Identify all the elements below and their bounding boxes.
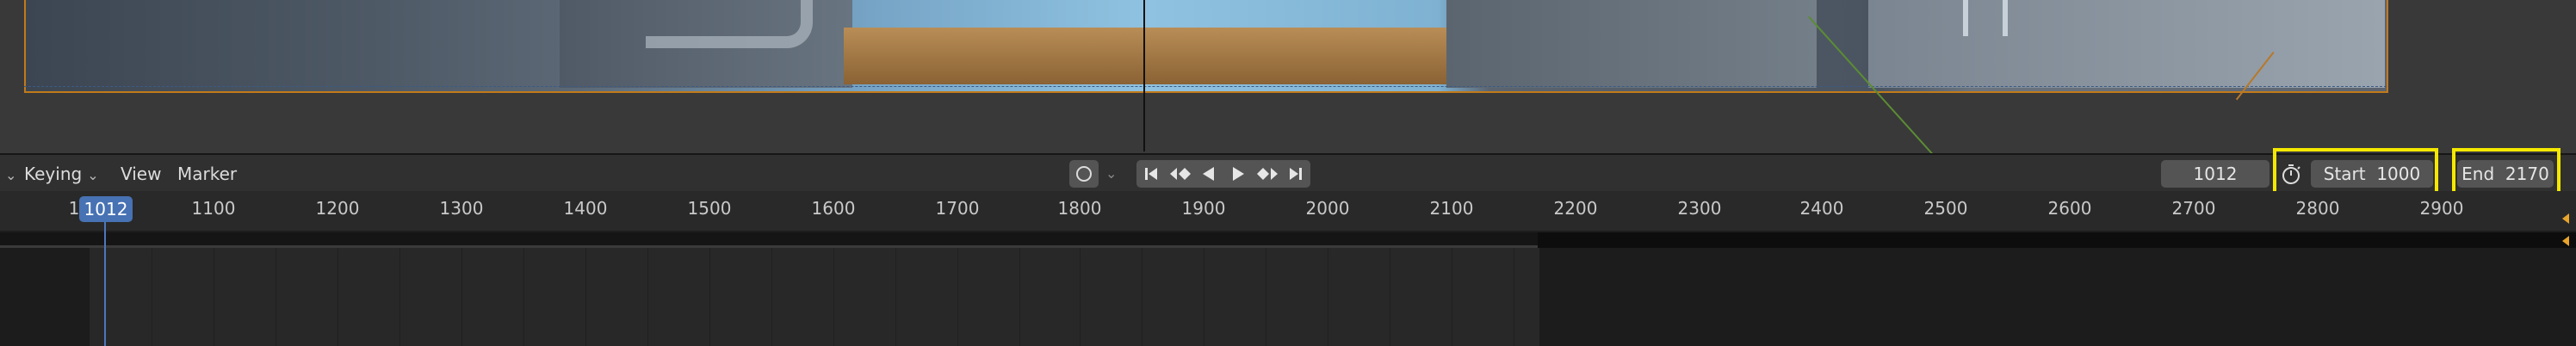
tick-label: 2800 (2295, 198, 2340, 219)
current-frame-badge[interactable]: 1012 (79, 196, 133, 222)
timeline-header: ⌄ Keying ⌄ View Marker ⌄ 1012 Start 1000… (0, 148, 2576, 196)
chevron-down-icon: ⌄ (87, 167, 99, 183)
tick-label: 2900 (2419, 198, 2464, 219)
grid-line (337, 248, 338, 346)
tick-label: 1 (68, 198, 80, 219)
tick-label: 2200 (1553, 198, 1598, 219)
tick-label: 2000 (1305, 198, 1350, 219)
tick-label: 1600 (811, 198, 856, 219)
tick-label: 2700 (2171, 198, 2216, 219)
jump-to-end-icon (1290, 168, 1303, 180)
jump-to-end-button[interactable] (1281, 160, 1310, 188)
marker-menu[interactable]: Marker (177, 155, 237, 193)
tick-label: 1200 (315, 198, 360, 219)
play-button[interactable] (1223, 160, 1253, 188)
tick-label: 1100 (191, 198, 236, 219)
editor-type-chevron[interactable]: ⌄ (0, 155, 16, 193)
grid-line (709, 248, 710, 346)
tick-label: 2600 (2047, 198, 2092, 219)
tick-label: 1300 (439, 198, 484, 219)
play-reverse-button[interactable] (1194, 160, 1223, 188)
camera-view (24, 0, 2388, 93)
end-frame-highlight-box (2452, 148, 2561, 196)
start-frame-highlight-box (2273, 148, 2438, 196)
range-end-marker (2562, 213, 2569, 224)
keying-menu[interactable]: Keying ⌄ (24, 155, 99, 193)
grid-line (399, 248, 400, 346)
play-icon (1232, 167, 1244, 181)
jump-to-start-button[interactable] (1136, 160, 1166, 188)
chevron-down-icon: ⌄ (5, 167, 17, 183)
frame-ruler[interactable]: 1 1100 1200 1300 1400 1500 1600 1700 180… (0, 191, 2576, 231)
tick-label: 1900 (1181, 198, 1226, 219)
scene-door-frame (1963, 0, 2008, 36)
prev-keyframe-button[interactable] (1166, 160, 1195, 188)
view-menu[interactable]: View (121, 155, 161, 193)
active-range-strip (0, 232, 1538, 248)
prev-keyframe-icon (1169, 168, 1191, 180)
tick-label: 1800 (1057, 198, 1102, 219)
tick-label: 1400 (563, 198, 608, 219)
record-keyframe-icon (1076, 166, 1092, 182)
grid-line (895, 248, 896, 346)
grid-line (647, 248, 648, 346)
record-button[interactable] (1069, 160, 1099, 188)
grid-line (957, 248, 958, 346)
scene-wall-right (1868, 0, 2385, 88)
scene-floor (844, 28, 1464, 84)
tick-label: 2500 (1923, 198, 1968, 219)
grid-line (1019, 248, 1020, 346)
next-keyframe-button[interactable] (1253, 160, 1282, 188)
next-keyframe-icon (1256, 168, 1278, 180)
tick-label: 1500 (687, 198, 732, 219)
viewport-split-line (1143, 0, 1145, 151)
tick-label: 1700 (935, 198, 980, 219)
keying-options-chevron[interactable]: ⌄ (1105, 155, 1117, 193)
range-end-marker (2562, 236, 2569, 246)
tick-label: 2400 (1799, 198, 1844, 219)
playback-controls (1136, 160, 1310, 188)
grid-line (461, 248, 462, 346)
tick-label: 2300 (1677, 198, 1722, 219)
camera-frame-dashed-line (24, 86, 2387, 87)
current-frame-field[interactable]: 1012 (2161, 160, 2269, 188)
grid-line (1080, 248, 1081, 346)
3d-viewport[interactable] (0, 0, 2576, 153)
keyframe-area[interactable] (0, 248, 2576, 346)
grid-line (585, 248, 586, 346)
active-frame-range (90, 248, 1539, 346)
grid-line (833, 248, 834, 346)
play-reverse-icon (1203, 167, 1215, 181)
scene-cabinet (1446, 0, 1817, 88)
grid-line (523, 248, 524, 346)
grid-line (771, 248, 772, 346)
keying-menu-label: Keying (24, 164, 83, 184)
scene-handrail (646, 0, 813, 48)
playhead-line[interactable] (104, 222, 106, 346)
jump-to-start-icon (1144, 168, 1157, 180)
summary-strip (0, 232, 2576, 248)
tick-label: 2100 (1429, 198, 1474, 219)
